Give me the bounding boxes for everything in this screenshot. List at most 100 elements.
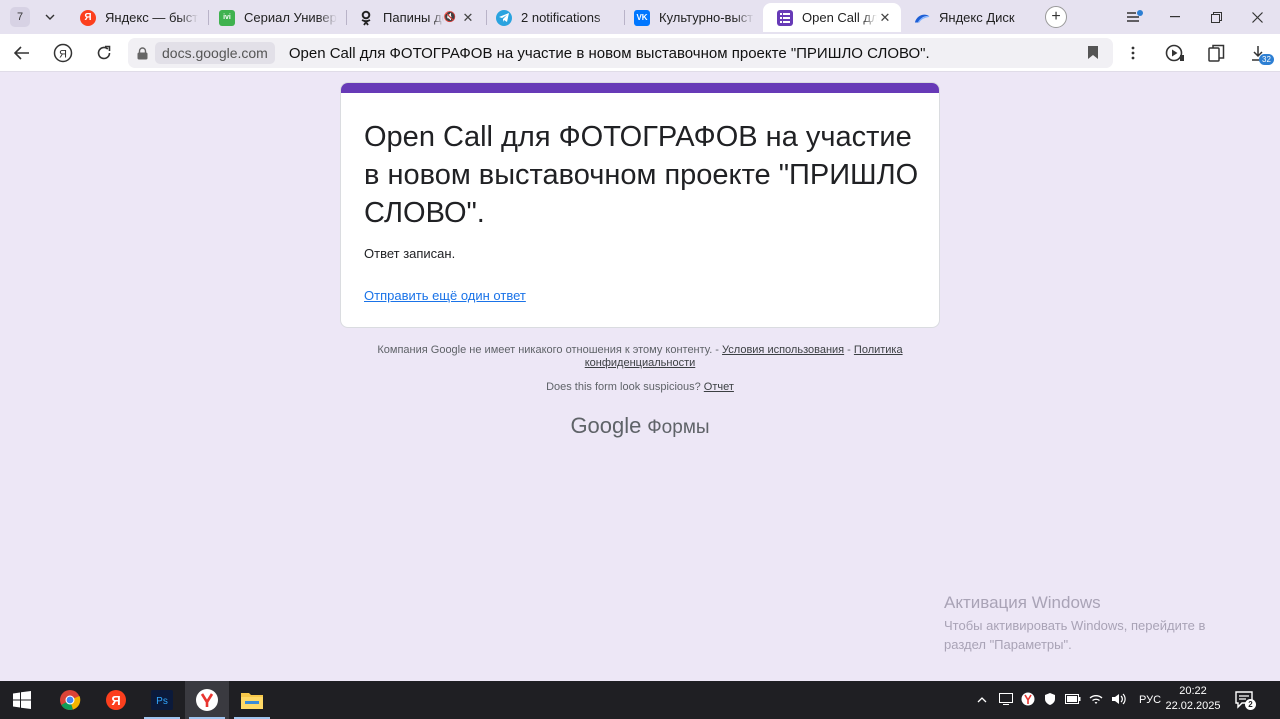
yandex-home-button[interactable]: Я [50, 40, 76, 66]
response-recorded-text: Ответ записан. [364, 246, 456, 261]
taskbar-photoshop[interactable]: Ps [140, 681, 184, 719]
notification-count: 2 [1245, 699, 1256, 710]
system-clock[interactable]: 20:22 22.02.2025 [1163, 684, 1223, 714]
url-page-title[interactable]: Open Call для ФОТОГРАФОВ на участие в но… [289, 45, 930, 62]
play-media-icon [1165, 44, 1184, 62]
collections-button[interactable] [1204, 40, 1230, 66]
tab-vk-culture[interactable]: VK Культурно-выста [620, 3, 762, 32]
yandex-tray-icon[interactable] [1021, 692, 1035, 709]
windows-activation-watermark: Активация Windows Чтобы активировать Win… [944, 592, 1244, 654]
tab-title: Папины доч [383, 10, 444, 25]
yandex-logo-icon: Я [53, 43, 73, 63]
new-tab-button[interactable]: + [1045, 6, 1067, 28]
wifi-icon[interactable] [1089, 693, 1103, 708]
google-forms-logo[interactable]: Google Формы [340, 413, 940, 439]
close-tab-icon[interactable]: ✕ [877, 10, 893, 26]
start-button[interactable] [0, 681, 44, 719]
lock-icon[interactable] [137, 46, 149, 60]
muted-speaker-icon[interactable]: 🔇 [444, 12, 456, 23]
tab-list-button[interactable] [38, 7, 62, 27]
minimize-icon [1170, 16, 1180, 18]
svg-text:Ps: Ps [156, 696, 168, 707]
reload-icon [97, 45, 111, 60]
tab-count-button[interactable]: 7 [10, 7, 30, 27]
svg-text:Я: Я [59, 49, 67, 61]
reload-button[interactable] [91, 40, 117, 66]
clock-date: 22.02.2025 [1165, 700, 1221, 712]
disclaimer-text: Компания Google не имеет никакого отноше… [377, 344, 723, 356]
tab-title: Культурно-выста [659, 10, 754, 25]
taskbar-yandex[interactable]: Я [94, 681, 138, 719]
ivi-icon: ivi [219, 9, 235, 26]
chevron-down-icon [45, 14, 55, 20]
restore-icon [1210, 11, 1222, 23]
taskbar-yandex-browser-active[interactable] [185, 681, 229, 719]
tab-telegram[interactable]: 2 notifications [482, 3, 622, 32]
okru-icon [358, 10, 374, 26]
media-button[interactable] [1162, 40, 1188, 66]
close-tab-icon[interactable]: ✕ [460, 10, 476, 26]
forms-wordmark: Формы [647, 417, 710, 438]
windows-taskbar: Я Ps РУС 20:22 22.02.2025 2 [0, 681, 1280, 719]
taskbar-file-explorer[interactable] [230, 681, 274, 719]
tab-yandex-disk[interactable]: Яндекс Диск [900, 3, 1040, 32]
minimize-button[interactable] [1155, 0, 1195, 34]
restore-button[interactable] [1196, 0, 1236, 34]
tabs-menu-icon [1127, 10, 1143, 22]
tab-title: Сериал Универ: [244, 10, 337, 25]
tab-papiny-dochki[interactable]: Папины доч 🔇 ✕ [344, 3, 484, 32]
collections-icon [1208, 44, 1225, 62]
file-explorer-icon [241, 693, 263, 709]
google-forms-icon [777, 9, 793, 26]
telegram-icon [496, 9, 512, 26]
url-domain[interactable]: docs.google.com [155, 42, 275, 64]
chrome-icon [60, 690, 81, 710]
more-vertical-icon [1131, 46, 1135, 60]
security-tray-icon[interactable] [1043, 692, 1057, 709]
more-menu-button[interactable] [1120, 40, 1146, 66]
volume-icon[interactable] [1111, 693, 1127, 708]
system-tray: РУС [975, 681, 1161, 719]
show-hidden-icons-button[interactable] [975, 694, 989, 706]
bookmark-icon[interactable] [1087, 45, 1099, 60]
form-response-card: Open Call для ФОТОГРАФОВ на участие в но… [340, 82, 940, 328]
photoshop-icon: Ps [151, 690, 173, 710]
tab-title: 2 notifications [521, 10, 601, 25]
terms-of-service-link[interactable]: Условия использования [722, 344, 844, 356]
close-window-button[interactable] [1237, 0, 1277, 34]
battery-icon[interactable] [1065, 693, 1081, 707]
tray-app-icon[interactable] [999, 692, 1013, 708]
tab-yandex-search[interactable]: Я Яндекс — быстрый поиск [66, 3, 206, 32]
yandex-browser-icon: Я [106, 690, 126, 710]
browser-tabstrip: 7 Я Яндекс — быстрый поиск ivi Сериал Ун… [0, 0, 1280, 34]
report-link[interactable]: Отчет [704, 381, 734, 393]
tab-title: Open Call для [802, 10, 877, 25]
action-center-button[interactable]: 2 [1234, 689, 1256, 711]
input-language[interactable]: РУС [1139, 694, 1161, 706]
browser-toolbar: Я docs.google.com Open Call для ФОТОГРАФ… [0, 34, 1280, 72]
form-accent-bar [341, 83, 939, 93]
chevron-up-icon [977, 697, 987, 703]
close-icon [1251, 11, 1263, 23]
google-disclaimer: Компания Google не имеет никакого отноше… [340, 344, 940, 370]
yandex-browser-active-icon [196, 689, 218, 711]
arrow-left-icon [14, 46, 29, 60]
suspicious-text: Does this form look suspicious? [546, 381, 704, 393]
tabs-menu-button[interactable] [1115, 0, 1155, 34]
address-bar[interactable]: docs.google.com Open Call для ФОТОГРАФОВ… [128, 38, 1113, 68]
report-abuse-line: Does this form look suspicious? Отчет [340, 381, 940, 393]
tab-serial-univer[interactable]: ivi Сериал Универ: [205, 3, 345, 32]
vk-icon: VK [634, 9, 650, 26]
yandex-disk-icon [914, 10, 930, 26]
disclaimer-separator: - [844, 344, 854, 356]
back-button[interactable] [9, 40, 35, 66]
submit-another-response-link[interactable]: Отправить ещё один ответ [364, 288, 526, 303]
tab-open-call-form[interactable]: Open Call для ✕ [763, 3, 901, 32]
taskbar-chrome[interactable] [48, 681, 92, 719]
downloads-button[interactable]: 32 [1245, 40, 1274, 66]
activation-subtitle: Чтобы активировать Windows, перейдите в … [944, 618, 1206, 652]
windows-logo-icon [13, 691, 31, 709]
tab-title: Яндекс — быстрый поиск [105, 10, 198, 25]
clock-time: 20:22 [1179, 685, 1207, 697]
google-wordmark: Google [570, 413, 642, 438]
